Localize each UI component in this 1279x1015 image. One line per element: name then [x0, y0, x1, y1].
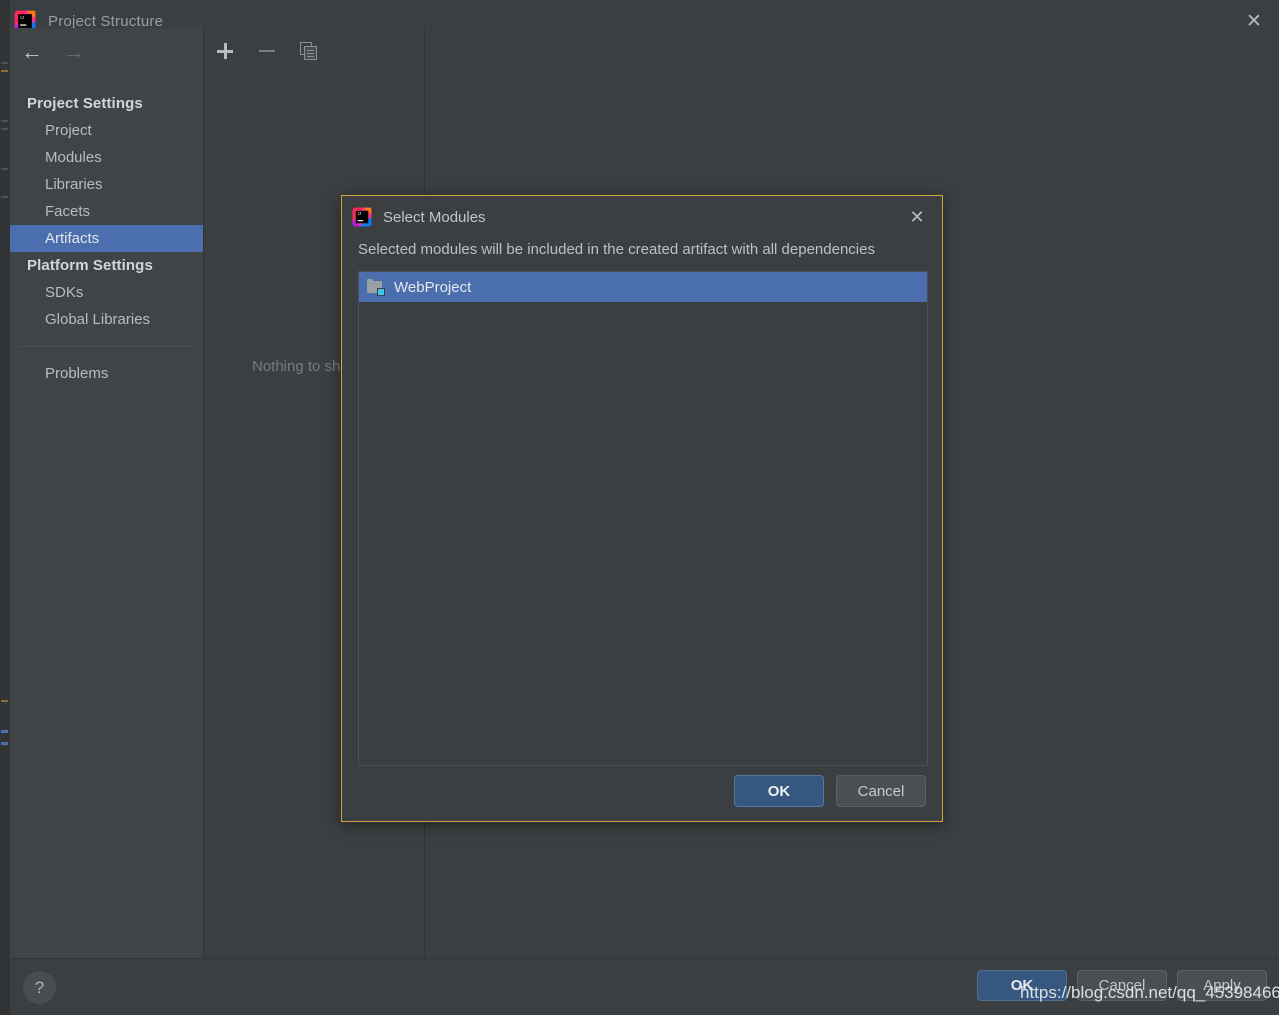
dialog-title: Select Modules: [383, 208, 486, 226]
sidebar-item-facets[interactable]: Facets: [10, 198, 203, 225]
sidebar-item-global-libraries[interactable]: Global Libraries: [10, 306, 203, 333]
dialog-action-buttons: OK Cancel: [734, 775, 926, 807]
modules-list[interactable]: WebProject: [358, 271, 928, 766]
svg-text:IJ: IJ: [358, 211, 361, 216]
artifacts-toolbar: [204, 28, 424, 74]
settings-sidebar: ← → Project Settings Project Modules Lib…: [10, 28, 204, 958]
sidebar-item-project[interactable]: Project: [10, 117, 203, 144]
cancel-button[interactable]: Cancel: [1077, 970, 1167, 1001]
sidebar-group-platform-settings: Platform Settings: [27, 257, 153, 274]
sidebar-item-modules[interactable]: Modules: [10, 144, 203, 171]
copy-artifact-button[interactable]: [298, 40, 320, 62]
sidebar-item-artifacts[interactable]: Artifacts: [10, 225, 203, 252]
help-button[interactable]: ?: [23, 971, 56, 1004]
copy-icon: [300, 42, 318, 60]
intellij-idea-logo-icon: IJ: [352, 207, 372, 227]
minus-icon: [259, 49, 275, 53]
sidebar-group-project-settings: Project Settings: [27, 95, 143, 112]
plus-icon: [217, 43, 233, 59]
sidebar-navigation: ← →: [10, 28, 203, 76]
dialog-ok-button[interactable]: OK: [734, 775, 824, 807]
module-name: WebProject: [394, 278, 472, 296]
module-folder-icon: [367, 279, 385, 296]
select-modules-dialog: IJ Select Modules ✕ Selected modules wil…: [341, 195, 943, 822]
sidebar-divider: [20, 346, 193, 347]
apply-button[interactable]: Apply: [1177, 970, 1267, 1001]
bottom-action-buttons: OK Cancel Apply: [977, 970, 1267, 1001]
dialog-description: Selected modules will be included in the…: [358, 241, 875, 258]
sidebar-item-problems[interactable]: Problems: [10, 360, 203, 387]
svg-text:IJ: IJ: [20, 15, 24, 21]
dialog-cancel-button[interactable]: Cancel: [836, 775, 926, 807]
arrow-right-icon[interactable]: →: [62, 41, 86, 63]
background-ide-strip: [0, 0, 10, 1015]
dialog-bottom-bar: ? OK Cancel Apply: [10, 958, 1279, 1015]
sidebar-list: Project Settings Project Modules Librari…: [10, 76, 203, 387]
list-item[interactable]: WebProject: [359, 272, 927, 302]
dialog-title-bar: IJ Select Modules ✕: [342, 196, 942, 238]
arrow-left-icon[interactable]: ←: [20, 41, 44, 63]
ok-button[interactable]: OK: [977, 970, 1067, 1001]
remove-artifact-button[interactable]: [256, 40, 278, 62]
window-title: Project Structure: [48, 12, 164, 30]
sidebar-item-sdks[interactable]: SDKs: [10, 279, 203, 306]
close-icon[interactable]: ✕: [906, 206, 928, 228]
project-structure-window: IJ Project Structure ✕ ← → Project Setti…: [0, 0, 1279, 1015]
add-artifact-button[interactable]: [214, 40, 236, 62]
sidebar-item-libraries[interactable]: Libraries: [10, 171, 203, 198]
